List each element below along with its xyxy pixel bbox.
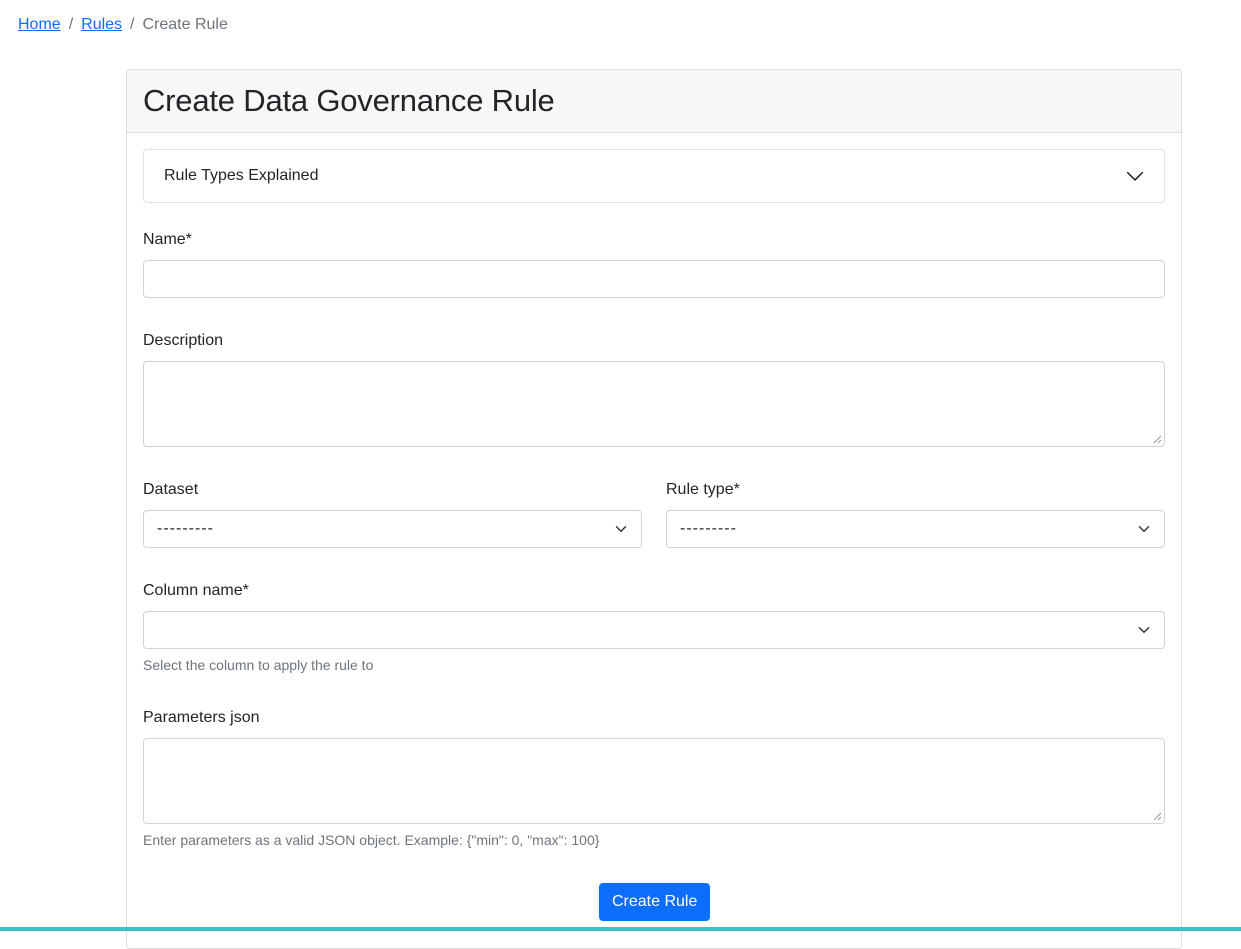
resize-grip-icon[interactable] (1153, 812, 1162, 821)
resize-grip-icon[interactable] (1153, 435, 1162, 444)
breadcrumb-current: Create Rule (142, 16, 228, 33)
accordion-label: Rule Types Explained (164, 167, 319, 184)
breadcrumb-separator: / (68, 16, 74, 33)
name-input[interactable] (143, 260, 1165, 298)
dataset-group: Dataset --------- (143, 480, 642, 548)
parameters-json-textarea[interactable] (143, 738, 1165, 824)
chevron-down-icon (1138, 627, 1150, 633)
chevron-down-icon (615, 526, 627, 532)
create-rule-button[interactable]: Create Rule (599, 883, 711, 921)
breadcrumb-home-link[interactable]: Home (18, 14, 61, 36)
breadcrumb-rules-link[interactable]: Rules (81, 14, 122, 36)
chevron-down-icon (1126, 171, 1144, 181)
parameters-json-help-text: Enter parameters as a valid JSON object.… (143, 832, 600, 848)
card-header: Create Data Governance Rule (127, 70, 1181, 133)
parameters-json-group: Parameters json Enter parameters as a va… (143, 708, 1165, 849)
rule-type-label: Rule type* (666, 481, 740, 498)
create-rule-form: Rule Types Explained Name* Description D… (127, 133, 1181, 865)
breadcrumb-separator: / (130, 16, 135, 33)
dataset-selected-value: --------- (157, 520, 214, 537)
bottom-accent-bar (0, 927, 1241, 931)
rule-type-select[interactable]: --------- (666, 510, 1165, 548)
column-name-select[interactable] (143, 611, 1165, 649)
description-group: Description (143, 331, 1165, 447)
page-title: Create Data Governance Rule (143, 82, 555, 118)
dataset-select[interactable]: --------- (143, 510, 642, 548)
parameters-json-label: Parameters json (143, 709, 260, 726)
chevron-down-icon (1138, 526, 1150, 532)
name-label: Name* (143, 231, 192, 248)
dataset-ruletype-row: Dataset --------- Rule type* --------- (143, 480, 1165, 548)
name-group: Name* (143, 230, 1165, 298)
rule-type-selected-value: --------- (680, 520, 737, 537)
column-name-help-text: Select the column to apply the rule to (143, 657, 374, 673)
dataset-label: Dataset (143, 481, 199, 498)
rule-types-accordion-toggle[interactable]: Rule Types Explained (143, 149, 1165, 203)
column-name-group: Column name* Select the column to apply … (143, 581, 1165, 674)
rule-type-group: Rule type* --------- (666, 480, 1165, 548)
description-textarea[interactable] (143, 361, 1165, 447)
description-label: Description (143, 332, 224, 349)
create-rule-card: Create Data Governance Rule Rule Types E… (126, 69, 1182, 949)
breadcrumb: Home / Rules / Create Rule (18, 14, 228, 36)
column-name-label: Column name* (143, 582, 249, 599)
